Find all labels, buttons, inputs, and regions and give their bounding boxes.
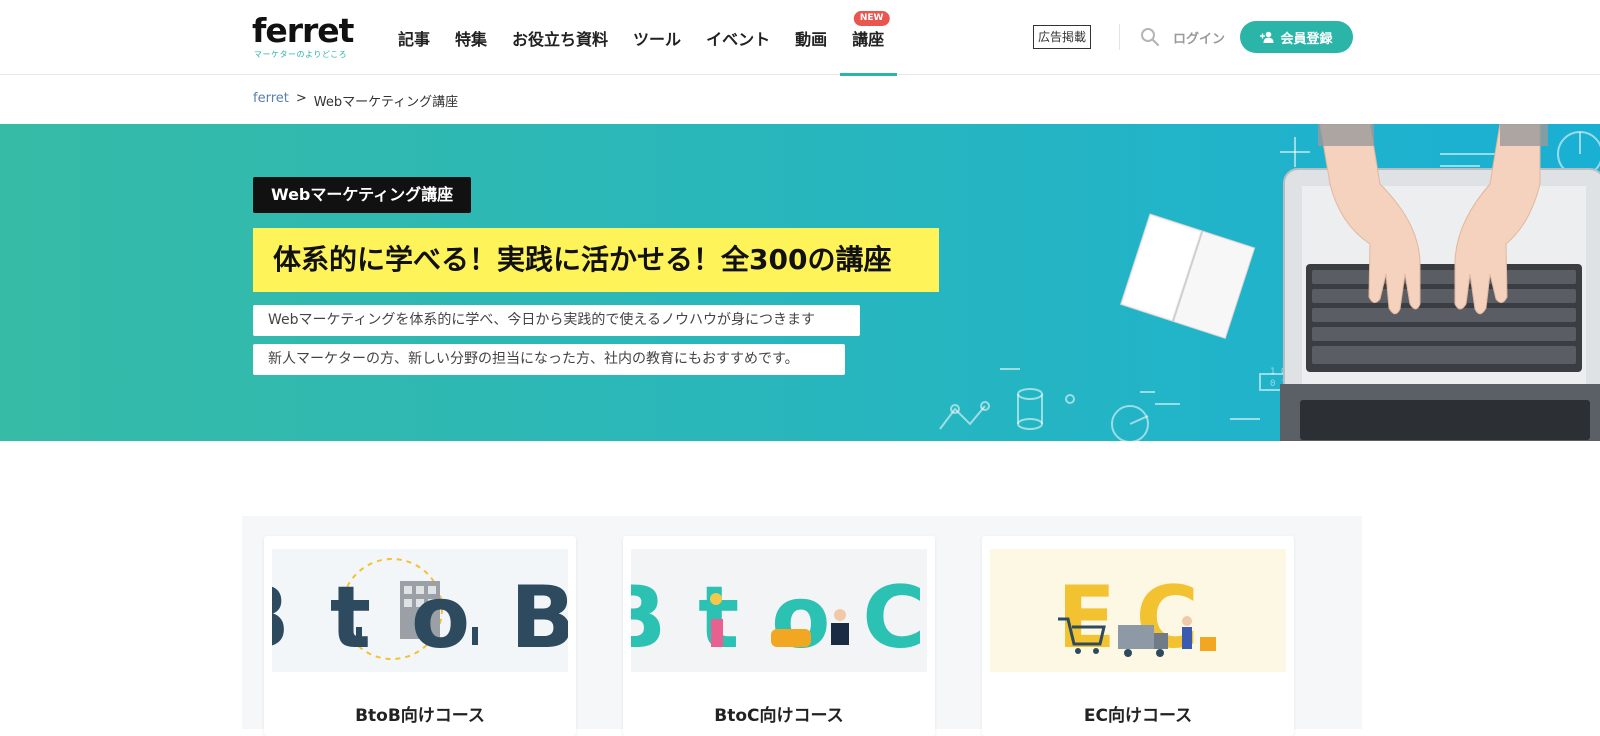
ad-placement-link[interactable]: 広告掲載 [1033, 25, 1092, 49]
logo-wordmark: ferret [252, 11, 354, 50]
nav-item-courses[interactable]: NEW 講座 [839, 0, 897, 76]
nav-label: 特集 [455, 29, 488, 49]
course-image-btoc: BtoC [631, 549, 927, 672]
hero-title: 体系的に学べる！実践に活かせる！全300の講座 [253, 228, 939, 292]
course-title: BtoB向けコース [355, 706, 485, 726]
nav-item-tools[interactable]: ツール [621, 0, 694, 75]
course-card-ec[interactable]: EC EC向けコース [982, 536, 1294, 736]
course-title: EC向けコース [1083, 706, 1193, 726]
global-nav: 記事 特集 お役立ち資料 ツール イベント 動画 NEW 講座 [398, 0, 897, 76]
hero-illustration: 1 0 0 1 1010 0101 [939, 124, 1600, 441]
course-image-letters: EC [1057, 568, 1219, 668]
course-image-btob: BtoB [272, 549, 568, 672]
nav-item-events[interactable]: イベント [694, 0, 783, 75]
nav-label: ツール [633, 29, 682, 49]
course-title: BtoC向けコース [714, 706, 844, 726]
nav-label: 講座 [852, 29, 885, 49]
course-image-letters: BtoC [631, 568, 927, 668]
logo-tagline: マーケターのよりどころ [254, 50, 348, 59]
course-card-btob[interactable]: BtoB BtoB向けコース [264, 536, 576, 736]
add-user-icon [1260, 31, 1274, 43]
login-link[interactable]: ログイン [1173, 28, 1225, 47]
register-label: 会員登録 [1280, 31, 1333, 47]
nav-label: 記事 [398, 29, 431, 49]
breadcrumb-home[interactable]: ferret [253, 91, 289, 110]
nav-label: イベント [706, 29, 771, 49]
course-image-letters: BtoB [272, 568, 568, 668]
site-logo[interactable]: ferret マーケターのよりどころ [252, 12, 362, 62]
hero-badge: Webマーケティング講座 [253, 177, 472, 213]
nav-label: お役立ち資料 [512, 29, 609, 49]
breadcrumb-separator: > [295, 91, 307, 106]
nav-item-videos[interactable]: 動画 [783, 0, 840, 75]
course-card-btoc[interactable]: BtoC BtoC向けコース [623, 536, 935, 736]
breadcrumb-current: Webマーケティング講座 [313, 95, 459, 110]
course-list: BtoB BtoB向けコース BtoC BtoC向けコース EC [242, 516, 1362, 736]
hero-subtitle: 新人マーケターの方、新しい分野の担当になった方、社内の教育にもおすすめです。 [253, 344, 845, 375]
header-divider [1119, 24, 1120, 50]
hero-subtitle: Webマーケティングを体系的に学べ、今日から実践的で使えるノウハウが身につきます [253, 305, 860, 336]
register-button[interactable]: 会員登録 [1240, 21, 1353, 53]
breadcrumb: ferret > Webマーケティング講座 [253, 91, 458, 110]
search-icon[interactable] [1140, 27, 1160, 47]
course-image-ec: EC [990, 549, 1286, 672]
nav-item-features[interactable]: 特集 [443, 0, 500, 75]
nav-item-articles[interactable]: 記事 [398, 0, 443, 75]
nav-label: 動画 [795, 29, 828, 49]
site-header: ferret マーケターのよりどころ 記事 特集 お役立ち資料 ツール イベント… [0, 0, 1600, 76]
new-badge: NEW [853, 11, 890, 26]
nav-item-resources[interactable]: お役立ち資料 [500, 0, 621, 75]
hero-banner: 1 0 0 1 1010 0101 [0, 124, 1600, 441]
